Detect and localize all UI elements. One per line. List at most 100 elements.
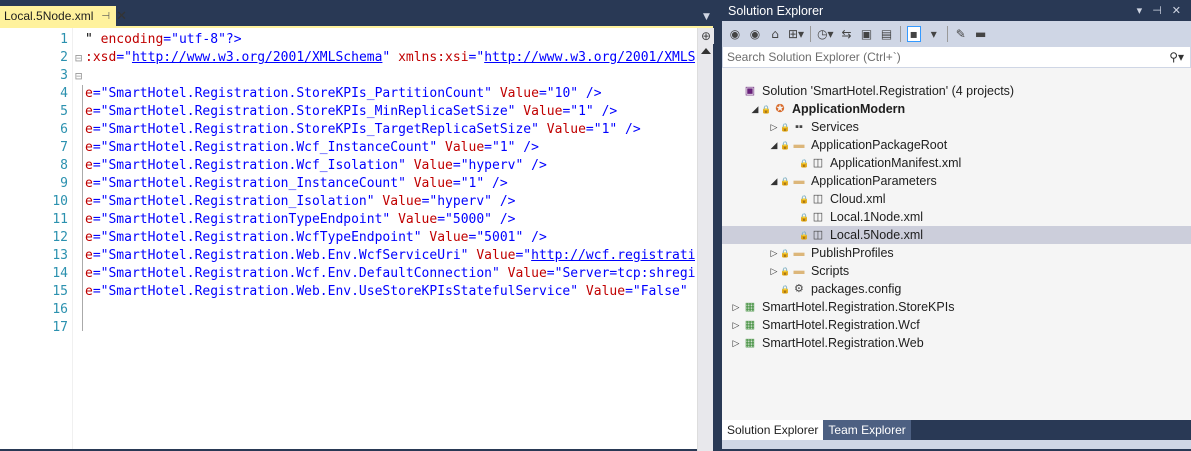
tree-item-label: SmartHotel.Registration.Web <box>762 336 924 350</box>
tree-item[interactable]: ▷ 🔒 ▬ Scripts <box>722 262 1191 280</box>
close-panel-icon[interactable]: ✕ <box>1172 4 1181 17</box>
collapse-all-icon[interactable]: ▣ <box>860 27 874 41</box>
tree-item[interactable]: ▷ 🔒 ▪▪ Services <box>722 118 1191 136</box>
expand-arrow-icon[interactable]: ▷ <box>730 320 742 331</box>
preview-dropdown-icon[interactable]: ▾ <box>927 27 941 41</box>
sync-icon[interactable]: ⇆ <box>840 27 854 41</box>
auto-hide-icon[interactable]: ⊣ <box>1152 4 1162 17</box>
pin-icon[interactable]: ⊣ <box>101 11 110 22</box>
code-lines[interactable]: " encoding="utf-8"?>:xsd="http://www.w3.… <box>85 28 695 449</box>
tree-item-label: Cloud.xml <box>829 192 886 206</box>
fold-guide-line <box>82 85 83 331</box>
xml-file-icon: ◫ <box>812 211 824 223</box>
code-token: "?> <box>218 32 242 47</box>
solution-tree[interactable]: ▣ Solution 'SmartHotel.Registration' (4 p… <box>722 82 1191 417</box>
source-control-lock-icon: 🔒 <box>780 122 790 132</box>
tree-item[interactable]: 🔒 ⚙ packages.config <box>722 280 1191 298</box>
fold-toggle-icon[interactable]: ⊟ <box>75 67 82 85</box>
config-file-icon: ⚙ <box>794 283 804 295</box>
xml-file-icon: ◫ <box>812 229 824 241</box>
history-icon[interactable]: ◷▾ <box>817 27 834 41</box>
solution-explorer-panel: Solution Explorer ▾ ⊣ ✕ ◉ ◉ ⌂ ⊞▾ ◷▾ ⇆ ▣ … <box>721 0 1191 449</box>
source-control-lock-icon: 🔒 <box>799 158 809 168</box>
preview-icon[interactable]: ▪ <box>906 25 921 42</box>
toolbar-separator <box>946 25 948 42</box>
code-token: ="1" /> <box>585 122 641 137</box>
tree-item[interactable]: ◢ 🔒 ▬ ApplicationParameters <box>722 172 1191 190</box>
code-token: ="SmartHotel.Registration.Wcf.Env.Defaul… <box>92 266 508 281</box>
chevron-down-icon[interactable]: ▼ <box>703 12 710 22</box>
source-control-lock-icon: 🔒 <box>780 140 790 150</box>
close-icon[interactable]: ✕ <box>116 8 127 24</box>
code-token: encoding <box>100 32 164 47</box>
collapse-arrow-icon[interactable]: ◢ <box>749 104 761 115</box>
expand-arrow-icon[interactable]: ▷ <box>730 302 742 313</box>
tree-item[interactable]: 🔒 ◫ ApplicationManifest.xml <box>722 154 1191 172</box>
source-control-lock-icon: 🔒 <box>780 176 790 186</box>
show-all-files-icon[interactable]: ▤ <box>880 27 894 41</box>
search-icon[interactable]: ⚲▾ <box>1169 50 1190 64</box>
tree-item[interactable]: ▣ Solution 'SmartHotel.Registration' (4 p… <box>722 82 1191 100</box>
code-token: " <box>85 32 101 47</box>
code-token: e <box>85 212 93 227</box>
code-token: =" <box>116 50 132 65</box>
tab-local-5node-xml[interactable]: Local.5Node.xml ⊣ ✕ <box>0 6 127 26</box>
code-token: Value <box>398 212 438 227</box>
editor-pane: Local.5Node.xml ⊣ ✕ ▼ 1 2 3 4 5 6 7 8 9 10 11 12 13 1… <box>0 0 714 451</box>
expand-arrow-icon[interactable]: ▷ <box>730 338 742 349</box>
switch-views-icon[interactable]: ⊞▾ <box>788 27 804 41</box>
settings-icon[interactable]: ▬ <box>974 27 988 41</box>
search-solution-explorer-input[interactable]: Search Solution Explorer (Ctrl+`) ⚲▾ <box>722 46 1191 68</box>
code-token: http://www.w3.org/2001/XMLS <box>484 50 695 65</box>
window-position-icon[interactable]: ▾ <box>1137 4 1143 17</box>
collapse-arrow-icon[interactable]: ◢ <box>768 176 780 187</box>
vertical-scrollbar[interactable]: ⊕ <box>697 28 714 451</box>
expand-arrow-icon[interactable]: ▷ <box>768 248 780 259</box>
code-token: ="False" <box>625 284 695 299</box>
scroll-up-icon[interactable] <box>701 48 711 54</box>
code-token: e <box>85 86 93 101</box>
tree-item-label: Scripts <box>810 264 850 278</box>
tree-item[interactable]: ▷ ▦ SmartHotel.Registration.Wcf <box>722 316 1191 334</box>
toolbar-separator <box>810 25 812 42</box>
tree-item-label: packages.config <box>810 282 902 296</box>
tree-item[interactable]: 🔒 ◫ Cloud.xml <box>722 190 1191 208</box>
code-line: e="SmartHotel.Registration.Web.Env.WcfSe… <box>85 247 695 265</box>
expand-arrow-icon[interactable]: ▷ <box>768 122 780 133</box>
folder-icon: ▬ <box>793 175 805 187</box>
fold-toggle-icon[interactable]: ⊟ <box>75 49 82 67</box>
split-window-icon[interactable]: ⊕ <box>698 28 714 44</box>
tab-team-explorer[interactable]: Team Explorer <box>823 420 911 440</box>
project-icon: ▦ <box>744 319 756 331</box>
forward-icon[interactable]: ◉ <box>748 27 762 41</box>
tree-item[interactable]: ▷ 🔒 ▬ PublishProfiles <box>722 244 1191 262</box>
code-token: " <box>382 50 399 65</box>
tab-title: Local.5Node.xml <box>4 9 94 23</box>
tree-item[interactable]: ◢ 🔒 ✪ ApplicationModern <box>722 100 1191 118</box>
code-token: e <box>85 104 93 119</box>
code-line: e="SmartHotel.Registration.StoreKPIs_Tar… <box>85 121 641 139</box>
code-editor[interactable]: 1 2 3 4 5 6 7 8 9 10 11 12 13 14 15 16 17 ⊟ ⊟ " encoding=… <box>0 26 714 451</box>
line-number: 3 <box>60 68 68 83</box>
properties-icon[interactable]: ✎ <box>954 27 968 41</box>
code-line: e="SmartHotel.Registration.StoreKPIs_Min… <box>85 103 617 121</box>
code-token: ="Server=tcp:shregi <box>546 266 695 281</box>
tree-item-label: SmartHotel.Registration.StoreKPIs <box>762 300 955 314</box>
source-control-lock-icon: 🔒 <box>780 266 790 276</box>
tree-item[interactable]: 🔒 ◫ Local.1Node.xml <box>722 208 1191 226</box>
solution-explorer-toolbar: ◉ ◉ ⌂ ⊞▾ ◷▾ ⇆ ▣ ▤ ▪ ▾ ✎ ▬ <box>722 21 1191 46</box>
code-token: utf-8 <box>178 32 219 47</box>
tree-item[interactable]: ◢ 🔒 ▬ ApplicationPackageRoot <box>722 136 1191 154</box>
tab-solution-explorer[interactable]: Solution Explorer <box>722 420 824 440</box>
tree-item[interactable]: ▷ ▦ SmartHotel.Registration.Web <box>722 334 1191 352</box>
back-icon[interactable]: ◉ <box>728 27 742 41</box>
tree-item[interactable]: ▷ ▦ SmartHotel.Registration.StoreKPIs <box>722 298 1191 316</box>
code-line: e="SmartHotel.Registration.Wcf_InstanceC… <box>85 139 539 157</box>
home-icon[interactable]: ⌂ <box>768 27 782 41</box>
tree-item[interactable]: 🔒 ◫ Local.5Node.xml <box>722 226 1191 244</box>
app-icon: ✪ <box>775 103 785 115</box>
xml-file-icon: ◫ <box>812 157 824 169</box>
expand-arrow-icon[interactable]: ▷ <box>768 266 780 277</box>
collapse-arrow-icon[interactable]: ◢ <box>768 140 780 151</box>
code-token: e <box>85 266 93 281</box>
